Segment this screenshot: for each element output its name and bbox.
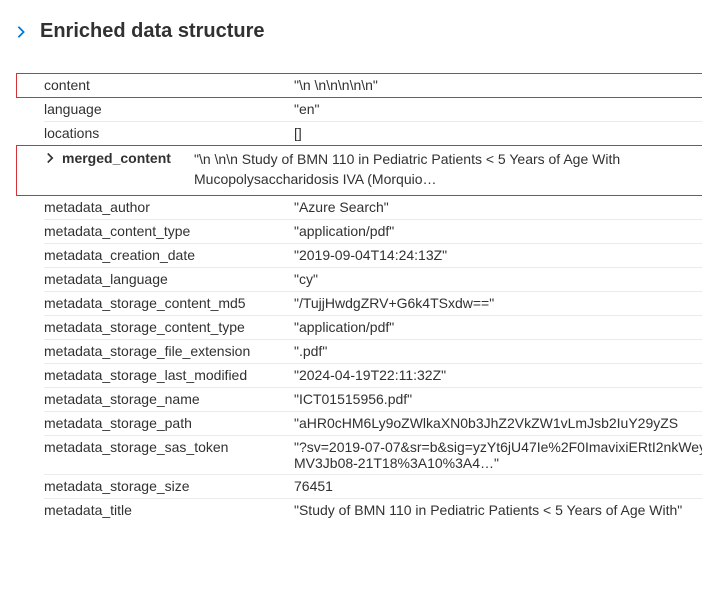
row-metadata-storage-path[interactable]: metadata_storage_path "aHR0cHM6Ly9oZWlka… [44,411,702,435]
row-content[interactable]: content "\n \n\n\n\n\n" [44,73,702,97]
key-metadata-storage-path: metadata_storage_path [44,415,294,431]
val-metadata-storage-sas-token: "?sv=2019-07-07&sr=b&sig=yzYt6jU47Ie%2F0… [294,439,702,471]
row-metadata-storage-file-extension[interactable]: metadata_storage_file_extension ".pdf" [44,339,702,363]
row-metadata-content-type[interactable]: metadata_content_type "application/pdf" [44,219,702,243]
val-metadata-creation-date: "2019-09-04T14:24:13Z" [294,247,702,263]
row-metadata-storage-content-type[interactable]: metadata_storage_content_type "applicati… [44,315,702,339]
key-metadata-storage-content-md5: metadata_storage_content_md5 [44,295,294,311]
val-locations: [] [294,125,702,141]
key-content: content [44,77,294,93]
val-metadata-storage-content-md5: "/TujjHwdgZRV+G6k4TSxdw==" [294,295,702,311]
row-metadata-creation-date[interactable]: metadata_creation_date "2019-09-04T14:24… [44,243,702,267]
val-metadata-storage-content-type: "application/pdf" [294,319,702,335]
row-metadata-language[interactable]: metadata_language "cy" [44,267,702,291]
row-metadata-storage-last-modified[interactable]: metadata_storage_last_modified "2024-04-… [44,363,702,387]
section-title: Enriched data structure [40,20,265,43]
key-metadata-language: metadata_language [44,271,294,287]
key-metadata-title: metadata_title [44,502,294,518]
key-metadata-storage-sas-token: metadata_storage_sas_token [44,439,294,455]
key-metadata-content-type: metadata_content_type [44,223,294,239]
val-metadata-storage-name: "ICT01515956.pdf" [294,391,702,407]
val-metadata-storage-path: "aHR0cHM6Ly9oZWlkaXN0b3JhZ2VkZW1vLmJsb2I… [294,415,702,431]
val-metadata-author: "Azure Search" [294,199,702,215]
key-language: language [44,101,294,117]
row-metadata-title[interactable]: metadata_title "Study of BMN 110 in Pedi… [44,498,702,522]
row-locations[interactable]: locations [] [44,121,702,145]
key-metadata-storage-name: metadata_storage_name [44,391,294,407]
val-metadata-storage-last-modified: "2024-04-19T22:11:32Z" [294,367,702,383]
val-metadata-storage-size: 76451 [294,478,702,494]
data-table: content "\n \n\n\n\n\n" language "en" lo… [44,73,702,522]
row-metadata-storage-name[interactable]: metadata_storage_name "ICT01515956.pdf" [44,387,702,411]
row-metadata-storage-sas-token[interactable]: metadata_storage_sas_token "?sv=2019-07-… [44,435,702,474]
merged-content-label: merged_content [62,150,171,166]
section-header[interactable]: Enriched data structure [14,20,688,43]
val-language: "en" [294,101,702,117]
key-metadata-storage-file-extension: metadata_storage_file_extension [44,343,294,359]
row-metadata-storage-content-md5[interactable]: metadata_storage_content_md5 "/TujjHwdgZ… [44,291,702,315]
val-metadata-content-type: "application/pdf" [294,223,702,239]
row-metadata-author[interactable]: metadata_author "Azure Search" [44,195,702,219]
val-content: "\n \n\n\n\n\n" [294,77,702,93]
key-metadata-storage-content-type: metadata_storage_content_type [44,319,294,335]
key-metadata-storage-last-modified: metadata_storage_last_modified [44,367,294,383]
key-merged-content: merged_content [44,150,194,166]
key-metadata-author: metadata_author [44,199,294,215]
chevron-right-icon [14,25,28,39]
row-metadata-storage-size[interactable]: metadata_storage_size 76451 [44,474,702,498]
val-metadata-title: "Study of BMN 110 in Pediatric Patients … [294,502,702,518]
val-metadata-language: "cy" [294,271,702,287]
row-merged-content[interactable]: merged_content "\n \n\n Study of BMN 110… [44,145,702,195]
row-language[interactable]: language "en" [44,97,702,121]
key-metadata-creation-date: metadata_creation_date [44,247,294,263]
key-locations: locations [44,125,294,141]
chevron-right-icon [44,152,56,164]
val-metadata-storage-file-extension: ".pdf" [294,343,702,359]
val-merged-content: "\n \n\n Study of BMN 110 in Pediatric P… [194,150,702,189]
key-metadata-storage-size: metadata_storage_size [44,478,294,494]
